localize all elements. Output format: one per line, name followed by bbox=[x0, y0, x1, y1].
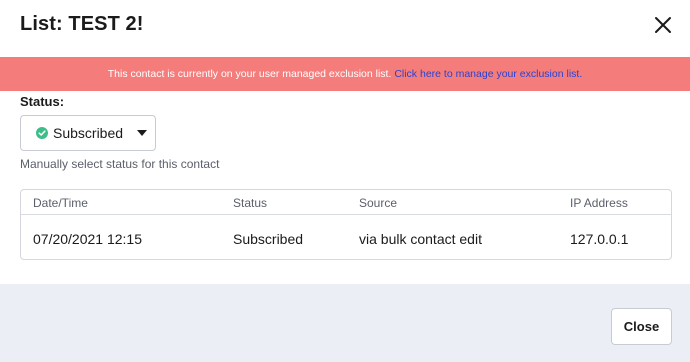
cell-datetime: 07/20/2021 12:15 bbox=[33, 231, 142, 247]
check-circle-icon bbox=[36, 127, 48, 139]
dialog-footer: Close bbox=[0, 284, 690, 362]
status-helper-text: Manually select status for this contact bbox=[20, 157, 220, 171]
manage-exclusion-link[interactable]: Click here to manage your exclusion list… bbox=[394, 68, 582, 80]
banner-message: This contact is currently on your user m… bbox=[107, 68, 392, 80]
status-dropdown[interactable]: Subscribed bbox=[20, 115, 156, 151]
table-header-row: Date/Time Status Source IP Address bbox=[21, 190, 671, 215]
column-header-datetime: Date/Time bbox=[33, 196, 88, 210]
column-header-ip-address: IP Address bbox=[570, 196, 628, 210]
status-selected-value: Subscribed bbox=[53, 125, 124, 141]
cell-source: via bulk contact edit bbox=[359, 231, 482, 247]
close-button[interactable]: Close bbox=[611, 308, 672, 345]
exclusion-warning-banner: This contact is currently on your user m… bbox=[0, 57, 690, 91]
status-history-table: Date/Time Status Source IP Address 07/20… bbox=[20, 189, 672, 260]
column-header-source: Source bbox=[359, 196, 398, 210]
dialog-title: List: TEST 2! bbox=[20, 13, 144, 35]
cell-status: Subscribed bbox=[233, 231, 304, 247]
cell-ip-address: 127.0.0.1 bbox=[570, 231, 629, 247]
caret-down-icon bbox=[137, 130, 147, 136]
close-icon[interactable] bbox=[652, 14, 674, 36]
column-header-status: Status bbox=[233, 196, 268, 210]
status-label: Status: bbox=[20, 94, 65, 109]
dialog-header: List: TEST 2! bbox=[0, 0, 690, 54]
